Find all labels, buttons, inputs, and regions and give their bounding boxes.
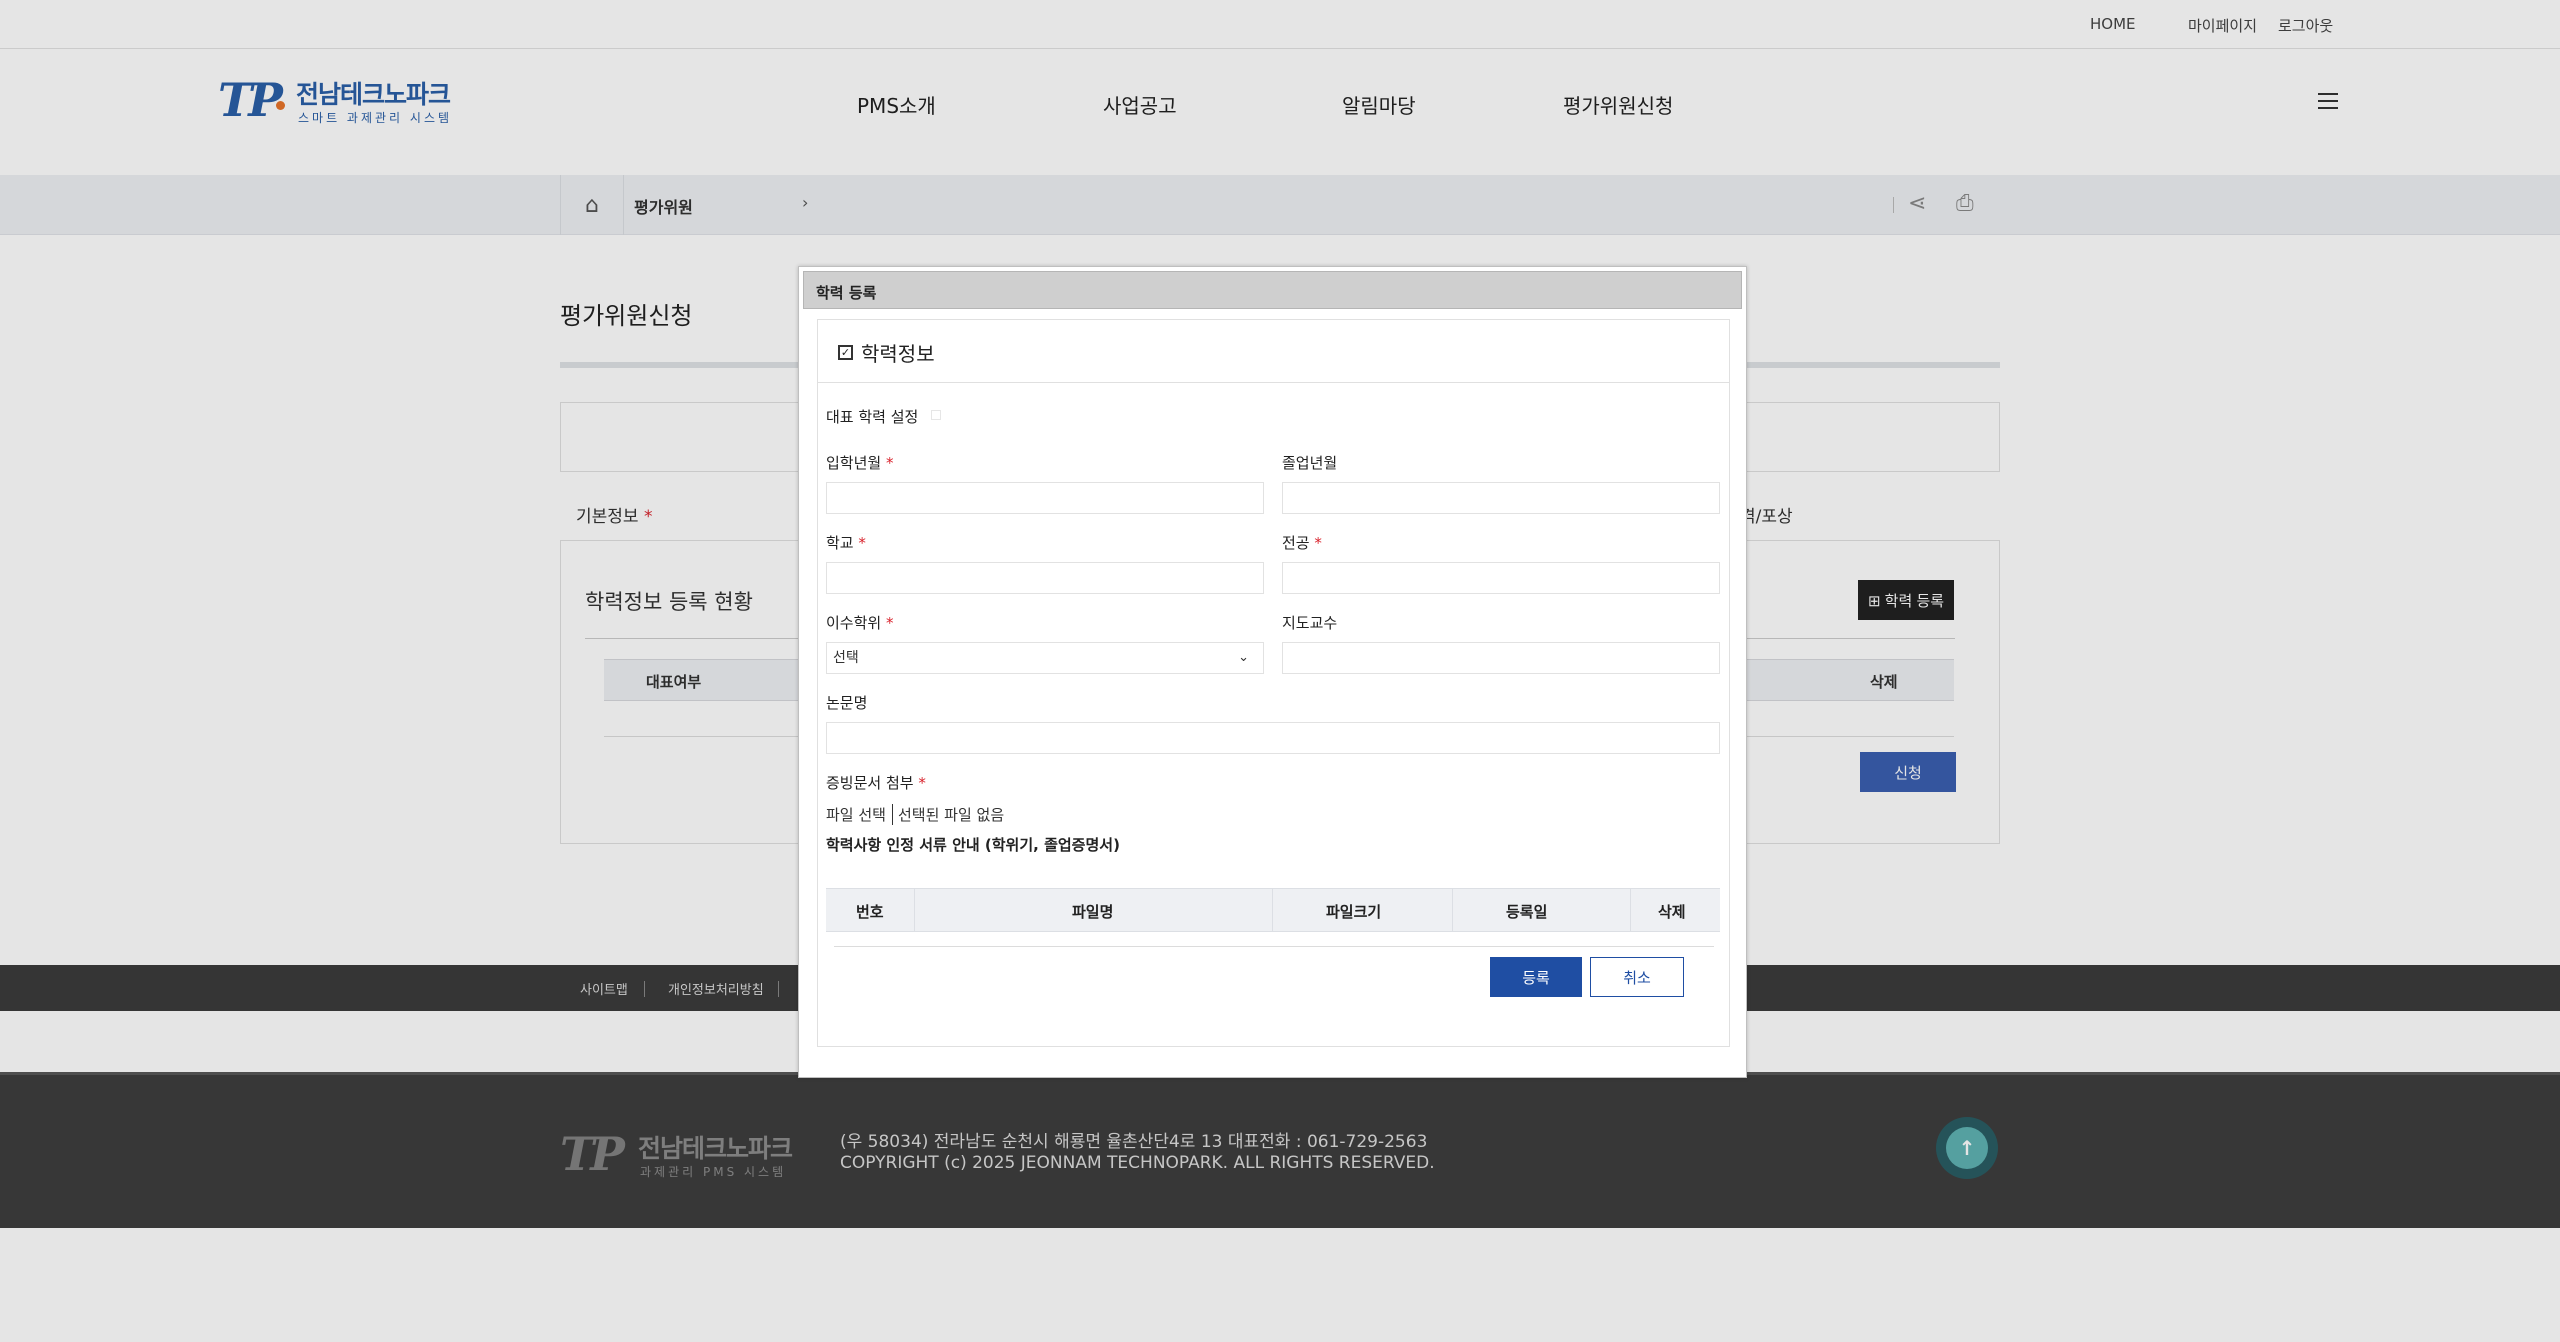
major-field[interactable]	[1282, 562, 1720, 594]
major-label: 전공 *	[1282, 532, 1322, 553]
required-mark: *	[885, 454, 894, 472]
col-delete: 삭제	[1658, 903, 1686, 921]
school-label: 학교 *	[826, 532, 866, 553]
divider	[1630, 889, 1631, 931]
divider	[818, 382, 1729, 383]
rep-setting-label: 대표 학력 설정	[826, 408, 919, 426]
file-name-status: 선택된 파일 없음	[898, 806, 1005, 824]
degree-select[interactable]: 선택 ⌄	[826, 642, 1264, 674]
col-date: 등록일	[1506, 903, 1548, 921]
graduation-label: 졸업년월	[1282, 454, 1338, 472]
edit-icon: ✓	[838, 345, 853, 360]
file-select-button[interactable]: 파일 선택	[826, 804, 893, 825]
section-title: ✓ 학력정보	[838, 338, 935, 367]
school-label-text: 학교	[826, 534, 854, 552]
divider	[834, 946, 1714, 947]
modal-body: ✓ 학력정보 대표 학력 설정 입학년월 * 졸업년월 학교 * 전공 * 이수…	[817, 319, 1730, 1047]
rep-setting-checkbox[interactable]	[931, 410, 941, 420]
required-mark: *	[885, 614, 894, 632]
attach-label-text: 증빙문서 첨부	[826, 774, 914, 792]
advisor-field[interactable]	[1282, 642, 1720, 674]
school-field[interactable]	[826, 562, 1264, 594]
modal-header: 학력 등록	[803, 271, 1742, 309]
admission-field[interactable]	[826, 482, 1264, 514]
divider	[1272, 889, 1273, 931]
divider	[1452, 889, 1453, 931]
major-label-text: 전공	[1282, 534, 1310, 552]
col-filesize: 파일크기	[1326, 903, 1382, 921]
degree-label-text: 이수학위	[826, 614, 882, 632]
required-mark: *	[918, 774, 926, 792]
thesis-field[interactable]	[826, 722, 1720, 754]
admission-label-text: 입학년월	[826, 454, 882, 472]
attach-label: 증빙문서 첨부 *	[826, 772, 926, 793]
register-button[interactable]: 등록	[1490, 957, 1582, 997]
degree-select-value: 선택	[833, 650, 859, 666]
required-mark: *	[858, 534, 866, 552]
required-mark: *	[1314, 534, 1322, 552]
section-title-label: 학력정보	[861, 342, 935, 366]
chevron-down-icon: ⌄	[1238, 650, 1249, 665]
divider	[914, 889, 915, 931]
modal-title: 학력 등록	[816, 284, 877, 302]
advisor-label: 지도교수	[1282, 614, 1338, 632]
file-table-header: 번호 파일명 파일크기 등록일 삭제	[826, 888, 1720, 932]
col-number: 번호	[856, 903, 884, 921]
education-register-modal: 학력 등록 ✓ 학력정보 대표 학력 설정 입학년월 * 졸업년월 학교 * 전…	[798, 266, 1747, 1078]
document-guide: 학력사항 인정 서류 안내 (학위기, 졸업증명서)	[826, 836, 1120, 854]
degree-label: 이수학위 *	[826, 612, 893, 633]
col-filename: 파일명	[1072, 903, 1114, 921]
thesis-label: 논문명	[826, 694, 868, 712]
cancel-button[interactable]: 취소	[1590, 957, 1684, 997]
graduation-field[interactable]	[1282, 482, 1720, 514]
admission-label: 입학년월 *	[826, 452, 893, 473]
